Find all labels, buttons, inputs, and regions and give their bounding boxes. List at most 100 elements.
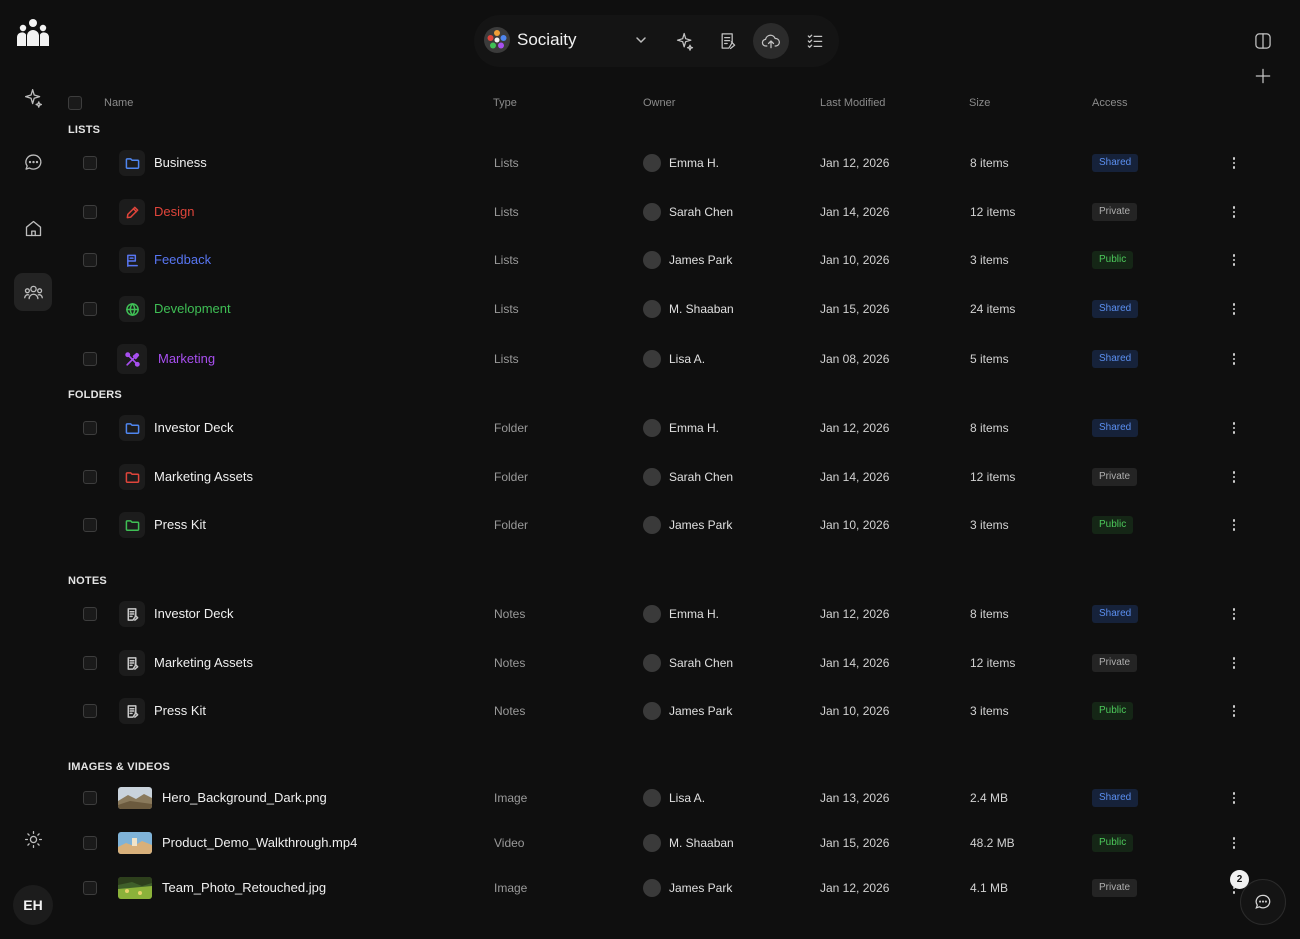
table-row[interactable]: Press Kit Notes James Park Jan 10, 2026 … <box>66 691 1266 731</box>
row-modified: Jan 15, 2026 <box>820 836 890 850</box>
row-checkbox[interactable] <box>83 205 97 219</box>
row-owner: Sarah Chen <box>669 470 734 484</box>
more-options-icon[interactable] <box>1229 516 1239 534</box>
marketing-icon <box>117 344 147 374</box>
row-checkbox[interactable] <box>83 881 97 895</box>
row-owner: Lisa A. <box>669 791 706 805</box>
more-options-icon[interactable] <box>1229 350 1239 368</box>
more-options-icon[interactable] <box>1229 300 1239 318</box>
row-name[interactable]: Design <box>154 204 194 219</box>
row-name[interactable]: Development <box>154 301 231 316</box>
row-checkbox[interactable] <box>83 302 97 316</box>
ai-assistant-button[interactable] <box>667 23 703 59</box>
row-type: Lists <box>494 253 519 267</box>
notes-button[interactable] <box>710 23 746 59</box>
table-row[interactable]: Marketing Assets Notes Sarah Chen Jan 14… <box>66 643 1266 683</box>
more-options-icon[interactable] <box>1229 468 1239 486</box>
row-checkbox[interactable] <box>83 253 97 267</box>
row-name[interactable]: Team_Photo_Retouched.jpg <box>162 880 326 895</box>
more-options-icon[interactable] <box>1229 419 1239 437</box>
column-access[interactable]: Access <box>1092 97 1127 109</box>
row-name[interactable]: Investor Deck <box>154 606 233 621</box>
column-type[interactable]: Type <box>493 97 517 109</box>
upload-button[interactable] <box>753 23 789 59</box>
panel-toggle-button[interactable] <box>1249 27 1277 55</box>
row-checkbox[interactable] <box>83 421 97 435</box>
row-owner: Emma H. <box>669 421 720 435</box>
globe-icon <box>119 296 145 322</box>
theme-toggle-button[interactable] <box>14 820 52 858</box>
sidebar-ai-button[interactable] <box>14 78 52 116</box>
row-name[interactable]: Press Kit <box>154 517 206 532</box>
table-row[interactable]: Investor Deck Folder Emma H. Jan 12, 202… <box>66 408 1266 448</box>
row-checkbox[interactable] <box>83 836 97 850</box>
chat-bubble-icon <box>24 153 41 170</box>
more-options-icon[interactable] <box>1229 203 1239 221</box>
row-name[interactable]: Marketing Assets <box>154 469 253 484</box>
table-row[interactable]: Hero_Background_Dark.png Image Lisa A. J… <box>66 778 1266 818</box>
plus-icon <box>1255 68 1271 84</box>
row-type: Image <box>494 881 528 895</box>
row-name[interactable]: Investor Deck <box>154 420 233 435</box>
more-options-icon[interactable] <box>1229 702 1239 720</box>
sidebar-home-button[interactable] <box>14 209 52 247</box>
row-checkbox[interactable] <box>83 156 97 170</box>
image-thumbnail <box>118 787 152 809</box>
row-modified: Jan 12, 2026 <box>820 421 890 435</box>
sidebar-chat-button[interactable] <box>14 143 52 181</box>
row-name[interactable]: Marketing Assets <box>154 655 253 670</box>
more-options-icon[interactable] <box>1229 789 1239 807</box>
column-size[interactable]: Size <box>969 97 990 109</box>
column-owner[interactable]: Owner <box>643 97 675 109</box>
column-last-modified[interactable]: Last Modified <box>820 97 885 109</box>
more-options-icon[interactable] <box>1229 251 1239 269</box>
table-row[interactable]: Development Lists M. Shaaban Jan 15, 202… <box>66 289 1266 329</box>
table-row[interactable]: Team_Photo_Retouched.jpg Image James Par… <box>66 868 1266 908</box>
row-name[interactable]: Product_Demo_Walkthrough.mp4 <box>162 835 357 850</box>
row-checkbox[interactable] <box>83 791 97 805</box>
row-name[interactable]: Hero_Background_Dark.png <box>162 790 327 805</box>
row-checkbox[interactable] <box>83 518 97 532</box>
table-row[interactable]: Investor Deck Notes Emma H. Jan 12, 2026… <box>66 594 1266 634</box>
select-all-checkbox[interactable] <box>68 96 82 110</box>
access-badge: Shared <box>1092 789 1139 807</box>
column-name[interactable]: Name <box>104 97 133 109</box>
owner-avatar <box>643 789 661 807</box>
add-button[interactable] <box>1249 62 1277 90</box>
more-options-icon[interactable] <box>1229 834 1239 852</box>
row-checkbox[interactable] <box>83 470 97 484</box>
row-checkbox[interactable] <box>83 656 97 670</box>
more-options-icon[interactable] <box>1229 154 1239 172</box>
owner-avatar <box>643 300 661 318</box>
row-name[interactable]: Press Kit <box>154 703 206 718</box>
table-row[interactable]: Feedback Lists James Park Jan 10, 2026 3… <box>66 240 1266 280</box>
checklist-button[interactable] <box>797 23 833 59</box>
app-logo-icon[interactable] <box>16 18 50 48</box>
table-row[interactable]: Business Lists Emma H. Jan 12, 2026 8 it… <box>66 143 1266 183</box>
table-row[interactable]: Marketing Assets Folder Sarah Chen Jan 1… <box>66 457 1266 497</box>
access-badge: Public <box>1092 702 1134 720</box>
access-badge: Private <box>1092 203 1138 221</box>
owner-avatar <box>643 516 661 534</box>
row-size: 12 items <box>970 656 1016 670</box>
table-row[interactable]: Design Lists Sarah Chen Jan 14, 2026 12 … <box>66 192 1266 232</box>
more-options-icon[interactable] <box>1229 605 1239 623</box>
chat-button[interactable] <box>1240 879 1286 925</box>
row-name[interactable]: Business <box>154 155 207 170</box>
workspace-name[interactable]: Sociaity <box>517 30 577 50</box>
table-row[interactable]: Press Kit Folder James Park Jan 10, 2026… <box>66 505 1266 545</box>
row-checkbox[interactable] <box>83 704 97 718</box>
row-name[interactable]: Marketing <box>158 351 215 366</box>
table-row[interactable]: Marketing Lists Lisa A. Jan 08, 2026 5 i… <box>66 339 1266 379</box>
row-checkbox[interactable] <box>83 607 97 621</box>
sidebar: EH <box>0 0 66 939</box>
more-options-icon[interactable] <box>1229 654 1239 672</box>
note-icon <box>119 698 145 724</box>
chevron-down-icon[interactable] <box>634 33 648 47</box>
sidebar-team-button[interactable] <box>14 273 52 311</box>
row-checkbox[interactable] <box>83 352 97 366</box>
row-owner: Sarah Chen <box>669 656 734 670</box>
table-row[interactable]: Product_Demo_Walkthrough.mp4 Video M. Sh… <box>66 823 1266 863</box>
row-name[interactable]: Feedback <box>154 252 211 267</box>
user-avatar[interactable]: EH <box>13 885 53 925</box>
